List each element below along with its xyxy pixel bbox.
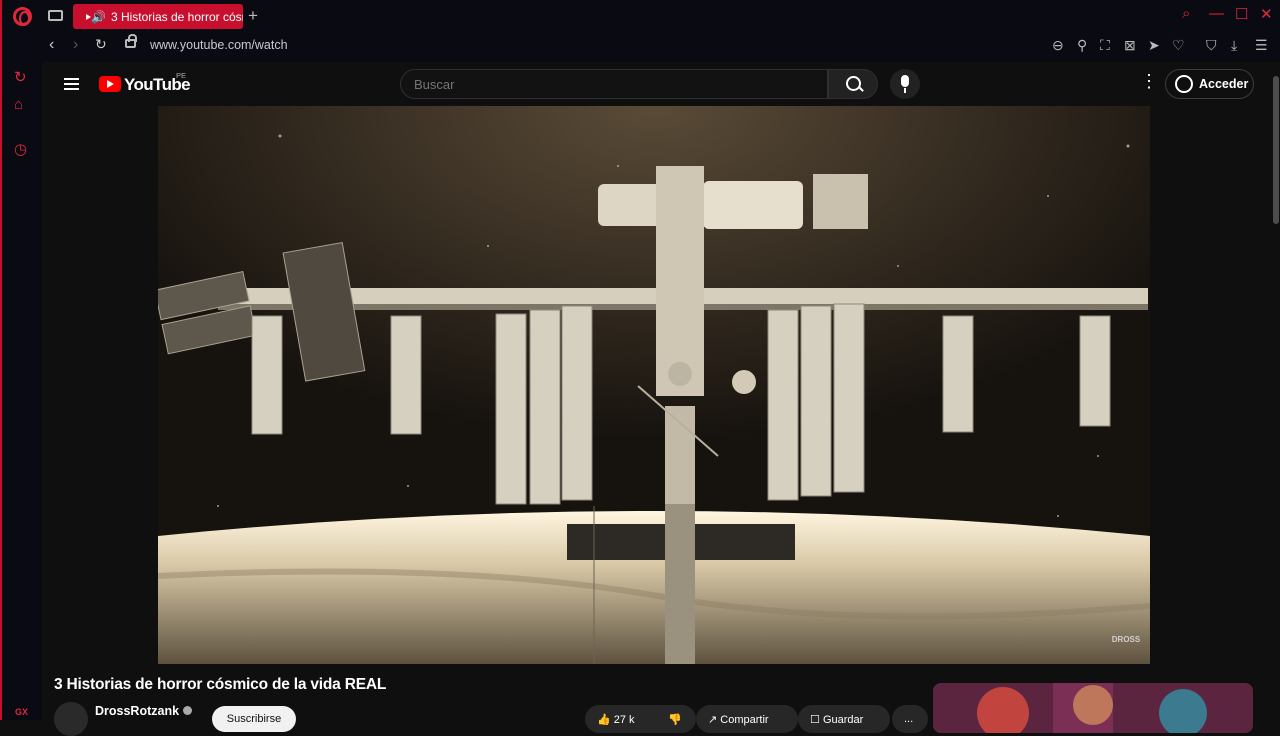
search-tabs-icon[interactable]: ⌕ [1182, 5, 1190, 22]
video-player[interactable]: DROSS [158, 106, 1150, 664]
opera-logo-icon[interactable] [13, 7, 32, 26]
gx-label: GX [15, 707, 29, 717]
country-code: PE [176, 71, 187, 80]
tab-active[interactable]: 🔊 3 Historias de horror cósmico de la vi… [73, 4, 243, 29]
page-scrollbar[interactable] [1270, 62, 1280, 720]
history-icon[interactable]: ◷ [14, 140, 27, 158]
video-frame [158, 106, 1150, 664]
more-options-icon[interactable]: ⋮ [1140, 72, 1158, 90]
channel-avatar[interactable] [54, 702, 88, 736]
browser-window: 🔊 3 Historias de horror cósmico de la vi… [0, 0, 1280, 736]
tab-strip: 🔊 3 Historias de horror cósmico de la vi… [2, 0, 1280, 32]
thumbs-up-icon: 👍 [597, 714, 611, 726]
search-box [400, 69, 828, 99]
minimize-icon[interactable]: — [1209, 5, 1224, 22]
reload-icon[interactable]: ↻ [95, 36, 107, 53]
maximize-icon[interactable]: ☐ [1235, 5, 1248, 23]
menu-icon[interactable]: ☰ [1255, 37, 1268, 54]
verified-icon [183, 706, 193, 715]
save-button[interactable]: ☐ Guardar [798, 705, 890, 733]
subscribe-button[interactable]: Suscribirse [212, 706, 296, 732]
dislike-button[interactable]: 👎 [656, 705, 696, 733]
search-button[interactable] [828, 69, 878, 99]
video-title: 3 Historias de horror cósmico de la vida… [54, 676, 387, 693]
search-input[interactable] [401, 70, 827, 98]
adblock-icon[interactable]: ⊠ [1124, 37, 1136, 54]
tab-title: 3 Historias de horror cósmico de la vida… [110, 9, 243, 24]
lock-icon[interactable] [125, 34, 137, 48]
thumbs-down-icon: 👎 [668, 714, 682, 726]
gx-control-icon[interactable]: ↻ [14, 68, 27, 86]
address-bar: ‹ › ↻ www.youtube.com/watch ⊖ ⚲ ⛶ ⊠ ➤ ♡ … [2, 32, 1280, 60]
signin-label: Acceder [1199, 77, 1249, 91]
speaker-icon[interactable]: 🔊 [91, 10, 106, 24]
channel-name[interactable]: DrossRotzank [95, 704, 179, 718]
thumbnail-image [933, 683, 1253, 733]
more-actions-button[interactable]: ... [892, 705, 928, 733]
account-icon [1175, 75, 1193, 93]
voice-search-button[interactable] [890, 69, 920, 99]
recommended-thumbnail[interactable] [933, 683, 1253, 733]
scrollbar-thumb[interactable] [1273, 76, 1279, 224]
save-label: Guardar [822, 714, 864, 726]
youtube-page: YouTube PE ⋮ Acceder [42, 62, 1270, 736]
channel-watermark: DROSS [1111, 635, 1141, 644]
share-label: Compartir [720, 714, 769, 726]
save-icon: ☐ [810, 714, 820, 726]
channel-name-row[interactable]: DrossRotzank [95, 704, 193, 718]
url-field[interactable]: www.youtube.com/watch [150, 38, 288, 52]
back-icon[interactable]: ‹ [49, 36, 54, 54]
signin-button[interactable]: Acceder [1165, 69, 1254, 99]
new-tab-icon[interactable]: + [248, 6, 258, 26]
send-icon[interactable]: ➤ [1148, 37, 1160, 54]
share-icon: ↗ [708, 714, 718, 726]
tab-overview-icon[interactable] [48, 10, 63, 21]
more-actions-label: ... [904, 713, 914, 725]
browser-sidebar: ↻ ⌂ ◷ [2, 60, 42, 720]
share-button[interactable]: ↗ Compartir [696, 705, 798, 733]
youtube-logo-icon[interactable] [99, 76, 121, 92]
snapshot-icon[interactable]: ⛶ [1100, 37, 1110, 54]
close-icon[interactable]: ✕ [1260, 5, 1273, 23]
like-count: 27 k [613, 714, 635, 726]
profile-icon[interactable]: ⛉ [1206, 37, 1217, 54]
cleaner-icon[interactable]: ⌂ [14, 96, 23, 113]
heart-icon[interactable]: ♡ [1172, 37, 1185, 54]
download-icon[interactable]: ⤓ [1231, 37, 1237, 54]
pin-icon[interactable]: ⚲ [1077, 37, 1087, 54]
zoom-icon[interactable]: ⊖ [1052, 37, 1064, 54]
forward-icon[interactable]: › [73, 36, 78, 54]
hamburger-menu-icon[interactable] [64, 78, 79, 90]
